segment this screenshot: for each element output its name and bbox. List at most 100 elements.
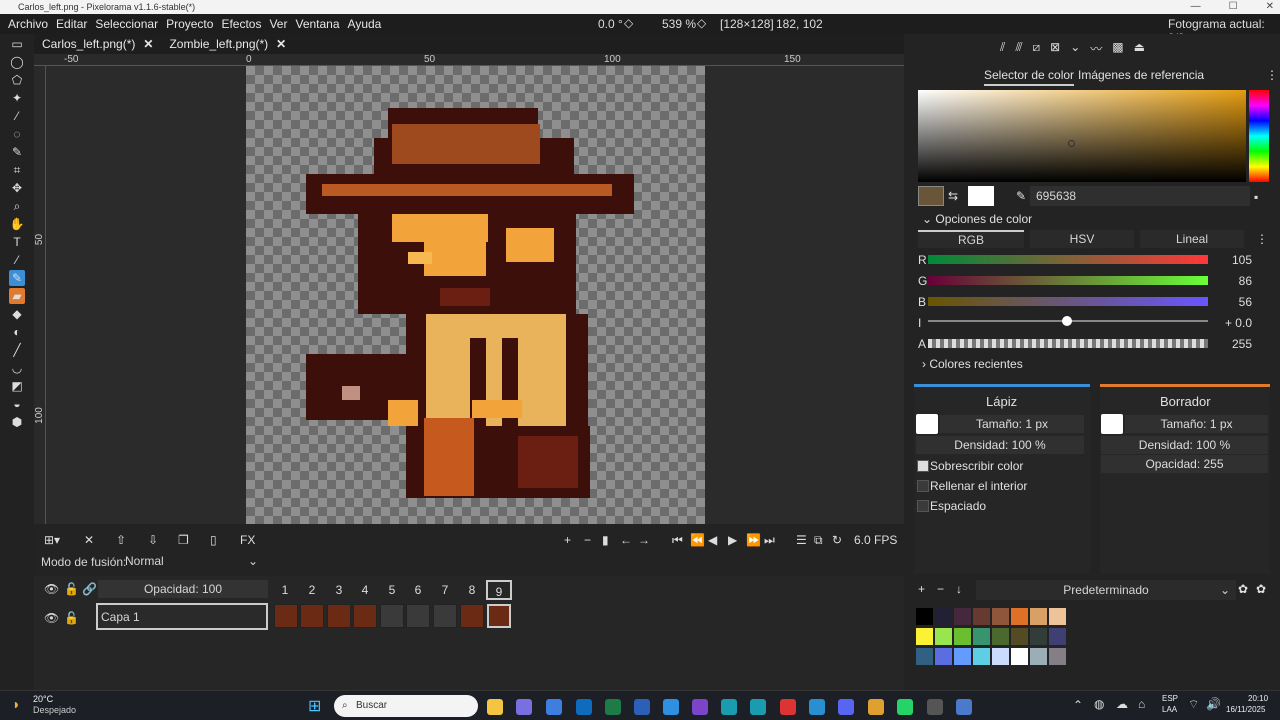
green-value[interactable]: 86 <box>1212 274 1252 288</box>
palette-swatch[interactable] <box>916 648 933 665</box>
word-icon[interactable] <box>634 699 650 715</box>
play-backward-icon[interactable]: ◀ <box>708 533 717 547</box>
language-code[interactable]: ESP <box>1162 694 1178 703</box>
onedrive-icon[interactable]: ☁ <box>1116 697 1128 711</box>
tray-expand-icon[interactable]: ⌃ <box>1073 698 1083 712</box>
palette-swatch[interactable] <box>1011 648 1028 665</box>
palette-swatch[interactable] <box>935 648 952 665</box>
palette-swatch[interactable] <box>1049 628 1066 645</box>
menu-proyecto[interactable]: Proyecto <box>162 17 217 31</box>
palette-swatch[interactable] <box>1011 628 1028 645</box>
checkbox-overwrite[interactable] <box>917 460 929 472</box>
loop-icon[interactable]: ↻ <box>832 533 842 547</box>
color-options-toggle[interactable]: ⌄ Opciones de color <box>922 212 1032 226</box>
move-up-icon[interactable]: ⇧ <box>116 533 126 547</box>
davinci-icon[interactable] <box>927 699 943 715</box>
excel-icon[interactable] <box>605 699 621 715</box>
timeline-settings-icon[interactable]: ☰ <box>796 533 807 547</box>
palette-swatch[interactable] <box>954 628 971 645</box>
more-options-icon[interactable]: ⋮ <box>1266 68 1278 82</box>
rect-select-icon[interactable]: ▭ <box>9 36 25 52</box>
add-layer-icon[interactable]: ⊞▾ <box>44 533 60 547</box>
stamp-icon[interactable]: ⏏ <box>1134 40 1145 56</box>
palette-swatch[interactable] <box>916 628 933 645</box>
lock-icon[interactable]: 🔓 <box>64 611 79 625</box>
palette-swatch[interactable] <box>916 608 933 625</box>
more-options-icon[interactable]: ⋮ <box>1256 232 1268 246</box>
prev-frame-icon[interactable]: ⏪ <box>690 533 705 547</box>
link-icon[interactable]: 🔗 <box>82 582 97 596</box>
palette-menu-icon[interactable]: ↓ <box>956 582 962 596</box>
green-slider[interactable] <box>928 276 1208 285</box>
tab-zombie[interactable]: Zombie_left.png(*) ✕ <box>161 34 294 54</box>
mirror-d1-icon[interactable]: ⧄ <box>1033 40 1041 56</box>
copilot-icon[interactable] <box>546 699 562 715</box>
palette-swatch[interactable] <box>973 608 990 625</box>
onion-skin-icon[interactable]: ⧉ <box>814 533 823 548</box>
move-icon[interactable]: ✥ <box>9 180 25 196</box>
palette-swatch[interactable] <box>973 628 990 645</box>
menu-ver[interactable]: Ver <box>265 17 291 31</box>
shading-icon[interactable]: ◐ <box>9 324 25 340</box>
chevron-down-icon[interactable]: ⌄ <box>1070 40 1080 56</box>
menu-ventana[interactable]: Ventana <box>291 17 343 31</box>
frame-number[interactable]: 2 <box>299 580 325 600</box>
frame-cel[interactable] <box>300 604 324 628</box>
language-layout[interactable]: LAA <box>1162 705 1177 714</box>
primary-color-swatch[interactable] <box>918 186 944 206</box>
saturation-value-picker[interactable] <box>918 90 1246 182</box>
remove-frame-icon[interactable]: − <box>584 533 591 547</box>
add-palette-icon[interactable]: + <box>918 582 925 596</box>
zoom-field[interactable]: 539 % <box>662 17 696 31</box>
mode-hsv[interactable]: HSV <box>1030 230 1134 248</box>
close-tab-icon[interactable]: ✕ <box>276 34 286 54</box>
frame-number[interactable]: 3 <box>326 580 352 600</box>
eye-icon[interactable]: 👁 <box>44 582 59 596</box>
pencil-icon[interactable]: ✎ <box>9 270 25 286</box>
layer-row[interactable]: Capa 1 <box>96 603 268 630</box>
mirror-d2-icon[interactable]: ⊠ <box>1050 40 1060 56</box>
frame-number[interactable]: 1 <box>272 580 298 600</box>
paint-select-icon[interactable]: ✎ <box>9 144 25 160</box>
ellipse-select-icon[interactable]: ◯ <box>9 54 25 70</box>
red-value[interactable]: 105 <box>1212 253 1252 267</box>
palette-select[interactable]: Predeterminado ⌄ <box>976 580 1236 600</box>
weather-icon[interactable]: ◗ <box>12 696 20 712</box>
frame-number[interactable]: 7 <box>432 580 458 600</box>
usb-icon[interactable]: ⌂ <box>1138 697 1145 711</box>
move-down-icon[interactable]: ⇩ <box>148 533 158 547</box>
clone-frame-icon[interactable]: ▮ <box>602 533 609 547</box>
blend-mode-select[interactable]: Normal ⌄ <box>122 554 262 570</box>
3d-shape-icon[interactable]: ⬢ <box>9 414 25 430</box>
first-frame-icon[interactable]: ⏮ <box>672 533 683 548</box>
palette-swatch[interactable] <box>1030 608 1047 625</box>
pixel-perfect-icon[interactable]: 〰 <box>1090 40 1102 56</box>
teams-icon[interactable] <box>516 699 532 715</box>
eyedropper-icon[interactable]: ⁄ <box>9 252 25 268</box>
eyedropper-icon[interactable]: ✎ <box>1016 189 1026 203</box>
frame-cel[interactable] <box>433 604 457 628</box>
clock-date[interactable]: 16/11/2025 <box>1226 705 1265 714</box>
pan-icon[interactable]: ✋ <box>9 216 25 232</box>
play-forward-icon[interactable]: ▶ <box>728 533 737 547</box>
frame-number[interactable]: 6 <box>405 580 431 600</box>
palette-swatch[interactable] <box>992 628 1009 645</box>
add-frame-icon[interactable]: + <box>564 533 571 547</box>
arduino-icon[interactable] <box>721 699 737 715</box>
layer-opacity-field[interactable]: Opacidad: 100 <box>98 580 268 598</box>
checkbox-fill-inside[interactable] <box>917 480 929 492</box>
palette-swatch[interactable] <box>992 648 1009 665</box>
pixelorama-icon[interactable] <box>956 699 972 715</box>
pencil-density-field[interactable]: Densidad: 100 % <box>916 436 1084 454</box>
eraser-opacity-field[interactable]: Opacidad: 255 <box>1101 455 1268 473</box>
wifi-icon[interactable]: ⌔ <box>1188 697 1199 712</box>
menu-ayuda[interactable]: Ayuda <box>344 17 386 31</box>
palette-swatch[interactable] <box>973 648 990 665</box>
tray-app-icon[interactable]: ◍ <box>1094 697 1104 711</box>
mode-rgb[interactable]: RGB <box>918 230 1024 248</box>
palette-swatch[interactable] <box>1030 648 1047 665</box>
fx-icon[interactable]: FX <box>240 533 255 547</box>
brush-type-button[interactable] <box>916 414 938 434</box>
palette-swatch[interactable] <box>1011 608 1028 625</box>
red-slider[interactable] <box>928 255 1208 264</box>
